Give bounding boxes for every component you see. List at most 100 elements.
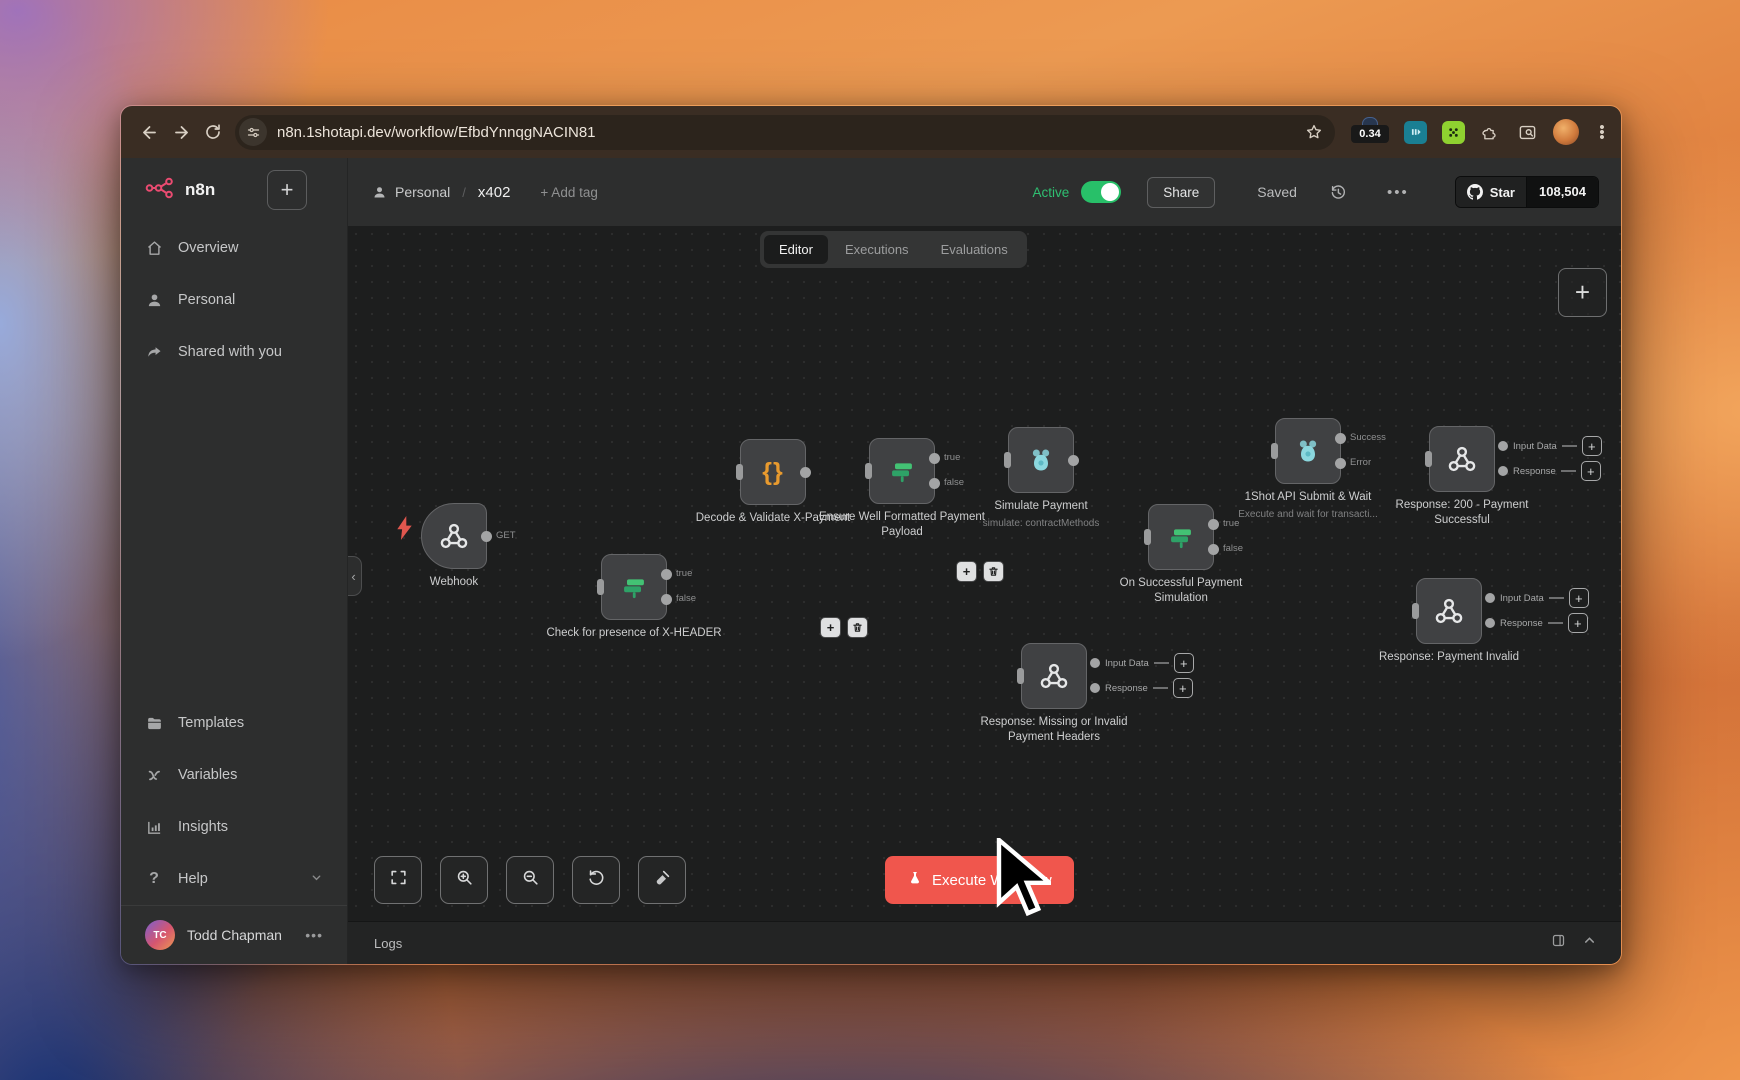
output-port[interactable] (1335, 458, 1346, 469)
zoom-in-button[interactable] (440, 856, 488, 904)
workflow-node-response-payment-invalid[interactable]: Input Data + Response + Response: Payment In… (1379, 578, 1589, 663)
add-connection-button[interactable]: + (1581, 436, 1602, 456)
metrics-extension-icon[interactable]: 0.34 (1351, 117, 1389, 145)
connector-label: Input Data (1513, 440, 1557, 452)
tab-executions[interactable]: Executions (830, 235, 924, 264)
add-connection-button[interactable]: + (1580, 461, 1601, 481)
workflow-node-webhook[interactable]: GET Webhook (397, 503, 516, 588)
workflow-name[interactable]: x402 (478, 184, 511, 201)
output-port[interactable] (1335, 433, 1346, 444)
sidebar-user-row[interactable]: TC Todd Chapman ••• (121, 905, 347, 964)
profile-avatar[interactable] (1553, 119, 1579, 145)
add-connection-button[interactable]: + (1173, 653, 1194, 673)
input-port[interactable] (1144, 529, 1151, 545)
output-port[interactable] (1208, 519, 1219, 530)
extensions-puzzle-icon[interactable] (1480, 123, 1498, 141)
fit-view-button[interactable] (374, 856, 422, 904)
input-port[interactable] (1017, 668, 1024, 684)
input-port[interactable] (865, 463, 872, 479)
share-icon (145, 344, 163, 361)
output-port[interactable] (661, 569, 672, 580)
workflow-node-decode-validate-x-payment[interactable]: {} Decode & Validate X-Payment (696, 439, 850, 524)
workflow-node-oneshot-api-submit-wait[interactable]: Success Error 1Shot API Submit & Wait Execu… (1238, 418, 1386, 520)
connector-dot[interactable] (1498, 441, 1508, 451)
workflow-node-response-200-payment-successful[interactable]: Input Data + Response + Response: 200 - Paym… (1396, 426, 1602, 526)
add-tag-button[interactable]: + Add tag (540, 185, 597, 200)
tune-icon[interactable] (239, 118, 267, 146)
output-port[interactable] (481, 531, 492, 542)
more-options-icon[interactable]: ••• (1387, 184, 1409, 201)
green-extension-icon[interactable] (1442, 120, 1465, 144)
url-text[interactable]: n8n.1shotapi.dev/workflow/EfbdYnnqgNACIN… (277, 124, 1297, 141)
breadcrumb-project[interactable]: Personal (395, 184, 450, 200)
input-port[interactable] (1412, 603, 1419, 619)
user-menu-icon[interactable]: ••• (305, 927, 323, 943)
sidebar-item-label: Overview (178, 240, 239, 256)
workflow-node-ensure-well-formatted[interactable]: true false Ensure Well Formatted Payment P… (819, 438, 985, 538)
input-port[interactable] (736, 464, 743, 480)
sidebar-item-templates[interactable]: Templates (121, 697, 347, 749)
connector-dot[interactable] (1090, 683, 1100, 693)
workflow-node-check-x-header[interactable]: true false Check for presence of X-HEADER (546, 554, 722, 639)
workflow-node-response-missing-invalid-headers[interactable]: Input Data + Response + Response: Missing or… (980, 643, 1194, 743)
open-panel-icon[interactable] (1551, 933, 1566, 953)
active-toggle[interactable] (1081, 181, 1122, 203)
output-port[interactable] (1208, 544, 1219, 555)
sidebar-item-label: Help (178, 871, 208, 887)
input-port[interactable] (597, 579, 604, 595)
tidy-up-button[interactable] (638, 856, 686, 904)
side-panel-search-icon[interactable] (1518, 123, 1537, 142)
delete-connection-button[interactable] (847, 617, 868, 638)
connector-dot[interactable] (1485, 593, 1495, 603)
connector-dot[interactable] (1090, 658, 1100, 668)
input-port[interactable] (1004, 452, 1011, 468)
bookmark-star-icon[interactable] (1305, 123, 1323, 141)
logs-bar[interactable]: Logs (348, 921, 1621, 964)
share-button[interactable]: Share (1147, 176, 1216, 208)
add-node-inline-button[interactable]: + (820, 617, 841, 638)
output-port[interactable] (800, 467, 811, 478)
add-workflow-button[interactable]: + (267, 170, 307, 210)
workflow-node-simulate-payment[interactable]: Simulate Payment simulate: contractMethod… (983, 427, 1099, 529)
chevron-up-icon[interactable] (1582, 933, 1597, 953)
back-icon[interactable] (133, 116, 165, 148)
add-connection-button[interactable]: + (1568, 588, 1589, 608)
github-star-widget[interactable]: Star 108,504 (1454, 176, 1599, 208)
output-port[interactable] (1068, 455, 1079, 466)
sidebar-collapse-handle[interactable]: ‹ (348, 556, 362, 596)
address-bar[interactable]: n8n.1shotapi.dev/workflow/EfbdYnnqgNACIN… (235, 114, 1335, 150)
sidebar-item-variables[interactable]: Variables (121, 749, 347, 801)
view-tabs: Editor Executions Evaluations (760, 231, 1027, 268)
add-connection-button[interactable]: + (1172, 678, 1193, 698)
sidebar-item-personal[interactable]: Personal (121, 274, 347, 326)
sidebar-item-insights[interactable]: Insights (121, 801, 347, 853)
reload-icon[interactable] (197, 116, 229, 148)
tab-evaluations[interactable]: Evaluations (926, 235, 1023, 264)
github-star-label: Star (1489, 184, 1515, 200)
add-node-inline-button[interactable]: + (956, 561, 977, 582)
add-connection-button[interactable]: + (1567, 613, 1588, 633)
sidebar-item-shared-with-you[interactable]: Shared with you (121, 326, 347, 378)
sidebar-item-help[interactable]: ? Help (121, 853, 347, 905)
add-node-button[interactable]: + (1558, 268, 1607, 317)
output-port[interactable] (929, 478, 940, 489)
tab-editor[interactable]: Editor (764, 235, 828, 264)
connector-dot[interactable] (1498, 466, 1508, 476)
zoom-out-button[interactable] (506, 856, 554, 904)
forward-icon[interactable] (165, 116, 197, 148)
workflow-node-on-successful-payment-simulation[interactable]: true false On Successful Payment Simulatio… (1120, 504, 1243, 604)
teal-extension-icon[interactable] (1404, 120, 1427, 144)
history-icon[interactable] (1329, 183, 1347, 201)
workflow-canvas[interactable]: Editor Executions Evaluations + ‹ GET Web… (348, 226, 1621, 921)
input-port[interactable] (1425, 451, 1432, 467)
output-label: Success (1350, 432, 1386, 443)
delete-connection-button[interactable] (983, 561, 1004, 582)
output-port[interactable] (929, 453, 940, 464)
connector-line (1548, 597, 1564, 599)
input-port[interactable] (1271, 443, 1278, 459)
connector-dot[interactable] (1485, 618, 1495, 628)
sidebar-item-overview[interactable]: Overview (121, 222, 347, 274)
reset-zoom-button[interactable] (572, 856, 620, 904)
menu-kebab-icon[interactable]: • • • (1595, 120, 1609, 145)
output-port[interactable] (661, 594, 672, 605)
